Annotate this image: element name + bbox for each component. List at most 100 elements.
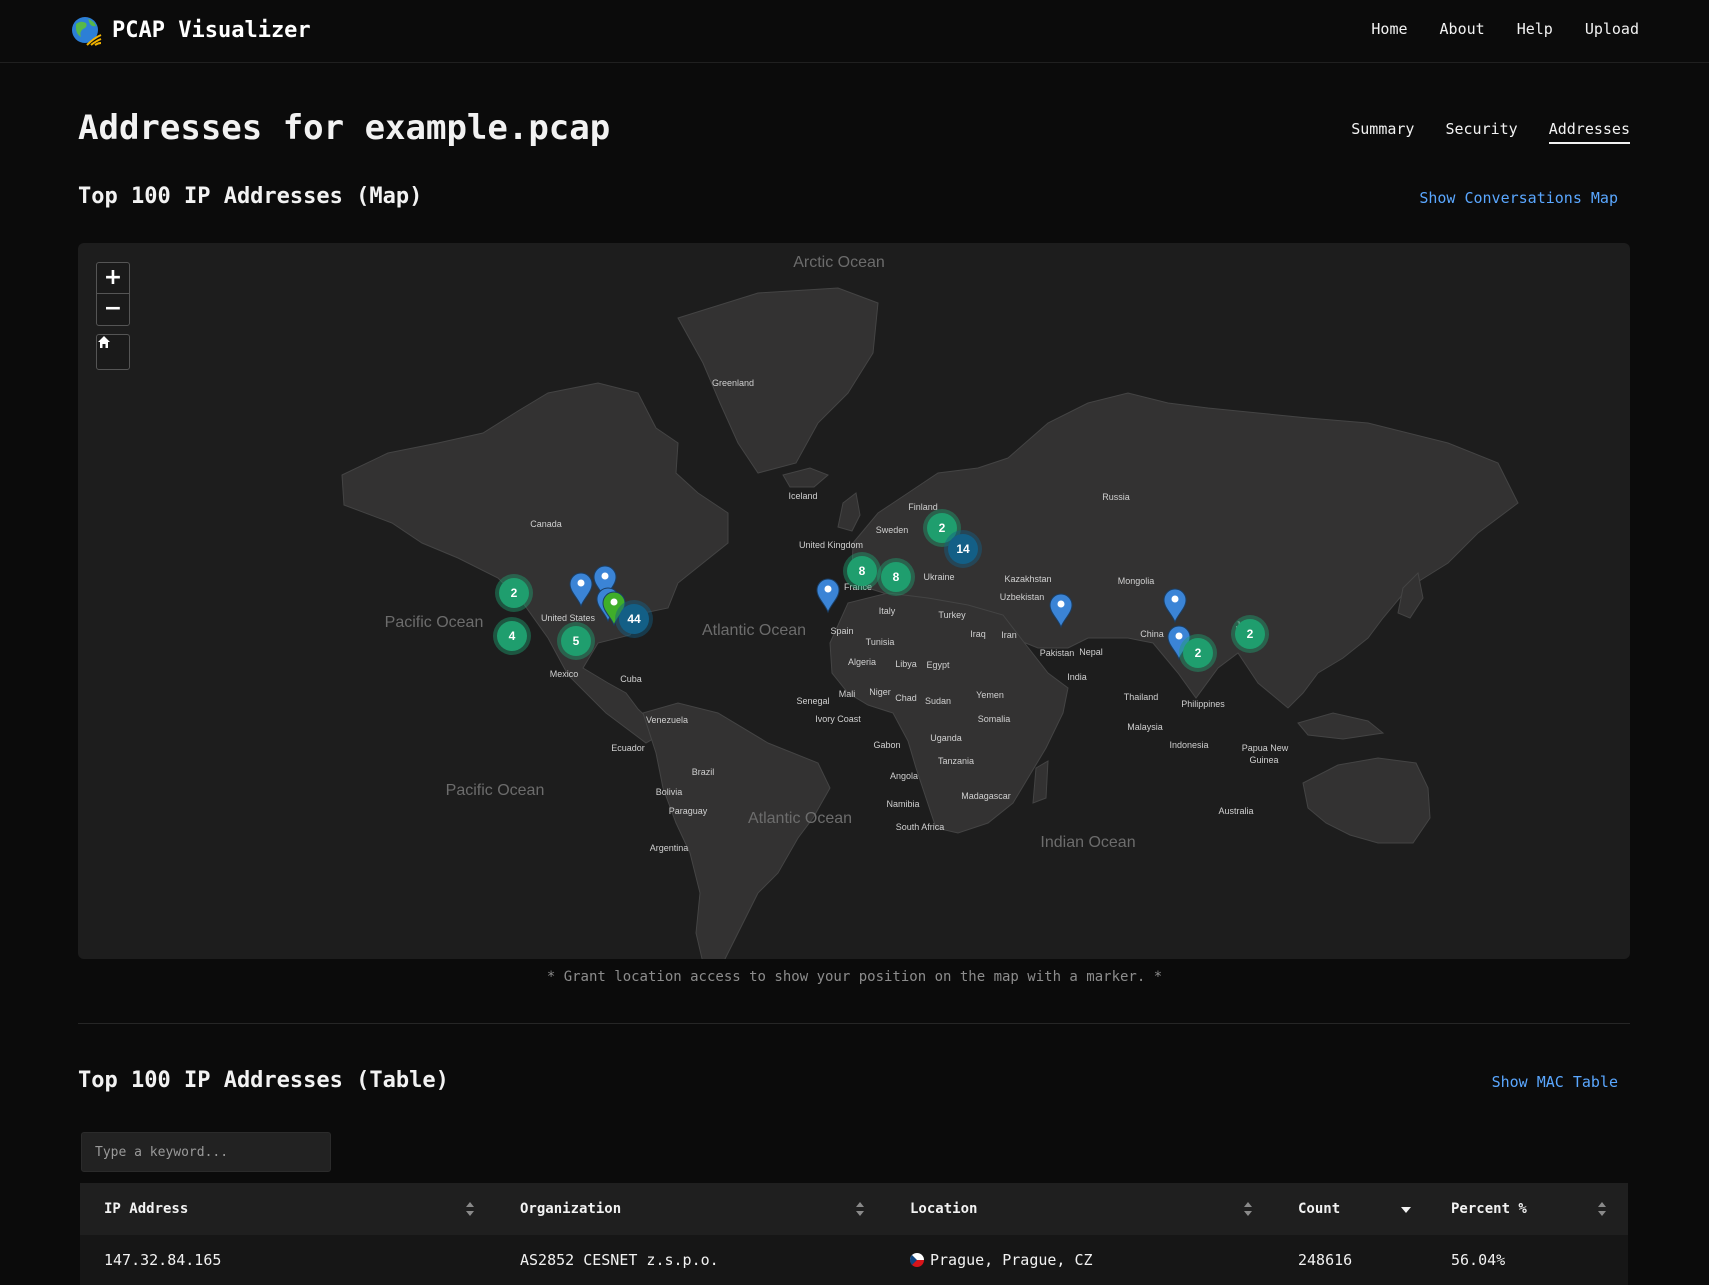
marker-cluster[interactable]: 8 — [843, 552, 881, 590]
ip-addresses-table: IP Address Organization Location Count P… — [80, 1183, 1628, 1285]
country-label: Libya — [895, 659, 917, 669]
column-header-ip-address[interactable]: IP Address — [80, 1183, 496, 1235]
country-label: Russia — [1102, 492, 1130, 502]
nav-about-link[interactable]: About — [1440, 20, 1485, 38]
country-label: Turkey — [938, 610, 966, 620]
country-label: Paraguay — [669, 806, 708, 816]
show-conversations-map-link[interactable]: Show Conversations Map — [1419, 189, 1618, 207]
country-label: Ukraine — [923, 572, 954, 582]
zoom-control: + − — [96, 262, 130, 326]
country-label: Bolivia — [656, 787, 683, 797]
page-title: Addresses for example.pcap — [78, 108, 611, 148]
country-label: Kazakhstan — [1004, 574, 1051, 584]
country-label: Venezuela — [646, 715, 688, 725]
land-greenland — [677, 287, 879, 474]
column-header-percent[interactable]: Percent % — [1427, 1183, 1628, 1235]
column-header-count[interactable]: Count — [1274, 1183, 1427, 1235]
country-label: Finland — [908, 502, 938, 512]
show-mac-table-link[interactable]: Show MAC Table — [1492, 1073, 1618, 1091]
country-label: Sweden — [876, 525, 909, 535]
tab-addresses[interactable]: Addresses — [1548, 120, 1630, 144]
column-header-label: Percent % — [1451, 1201, 1527, 1217]
table-search-input[interactable] — [81, 1132, 331, 1172]
country-label: Sudan — [925, 696, 951, 706]
section-tabs: Summary Security Addresses — [1351, 120, 1630, 144]
country-label: South Africa — [896, 822, 945, 832]
cell-count: 248616 — [1274, 1235, 1427, 1285]
sort-descending-icon — [1401, 1207, 1411, 1213]
country-label: Australia — [1218, 806, 1253, 816]
nav-upload-link[interactable]: Upload — [1585, 20, 1639, 38]
cluster-count: 8 — [893, 570, 900, 584]
nav-help-link[interactable]: Help — [1517, 20, 1553, 38]
cell-organization: AS2852 CESNET z.s.p.o. — [496, 1235, 886, 1285]
country-label: India — [1067, 672, 1087, 682]
country-label: Mexico — [550, 669, 579, 679]
home-view-button[interactable] — [96, 334, 130, 370]
country-label: Ivory Coast — [815, 714, 861, 724]
country-label: Iceland — [788, 491, 817, 501]
tab-summary[interactable]: Summary — [1351, 120, 1414, 144]
brand[interactable]: PCAP Visualizer — [70, 14, 311, 46]
cell-percent: 56.04% — [1427, 1235, 1628, 1285]
land-uk — [837, 492, 861, 532]
country-label: Uganda — [930, 733, 962, 743]
country-label: Argentina — [650, 843, 689, 853]
marker-cluster[interactable]: 2 — [1231, 615, 1269, 653]
country-label: Guinea — [1249, 755, 1278, 765]
column-header-location[interactable]: Location — [886, 1183, 1274, 1235]
country-label: Tanzania — [938, 756, 974, 766]
country-label: Uzbekistan — [1000, 592, 1045, 602]
column-header-label: Organization — [520, 1201, 622, 1217]
marker-cluster[interactable]: 44 — [615, 600, 653, 638]
country-label: Cuba — [620, 674, 642, 684]
marker-cluster[interactable]: 4 — [493, 617, 531, 655]
country-label: Indonesia — [1169, 740, 1208, 750]
country-label: Algeria — [848, 657, 876, 667]
world-map[interactable]: Arctic Ocean Pacific Ocean Atlantic Ocea… — [78, 243, 1630, 959]
country-label: United States — [541, 613, 596, 623]
tab-security[interactable]: Security — [1445, 120, 1517, 144]
ocean-label: Pacific Ocean — [385, 614, 484, 631]
marker-cluster[interactable]: 2 — [495, 574, 533, 612]
cluster-count: 2 — [1195, 646, 1202, 660]
country-label: Madagascar — [961, 791, 1011, 801]
marker-cluster[interactable]: 2 — [1179, 634, 1217, 672]
marker-cluster[interactable]: 8 — [877, 558, 915, 596]
land-australia — [1302, 757, 1431, 844]
app-title: PCAP Visualizer — [112, 17, 311, 43]
country-label: Gabon — [873, 740, 900, 750]
country-label: Iran — [1001, 630, 1017, 640]
country-label: Malaysia — [1127, 722, 1163, 732]
country-label: Canada — [530, 519, 562, 529]
cell-location: Prague, Prague, CZ — [886, 1235, 1274, 1285]
nav-home-link[interactable]: Home — [1371, 20, 1407, 38]
country-label: Angola — [890, 771, 918, 781]
zoom-out-button[interactable]: − — [97, 293, 129, 324]
section-divider — [78, 1023, 1630, 1024]
map-section-title: Top 100 IP Addresses (Map) — [78, 184, 423, 209]
table-section-title: Top 100 IP Addresses (Table) — [78, 1068, 449, 1093]
country-label: Nepal — [1079, 647, 1103, 657]
marker-cluster[interactable]: 5 — [557, 622, 595, 660]
sort-both-icon — [1244, 1202, 1252, 1216]
country-label: Italy — [879, 606, 896, 616]
country-label: China — [1140, 629, 1164, 639]
marker-cluster[interactable]: 14 — [944, 530, 982, 568]
table-header-row: IP Address Organization Location Count P… — [80, 1183, 1628, 1235]
country-label: Spain — [830, 626, 853, 636]
land-north-america — [341, 382, 729, 744]
column-header-organization[interactable]: Organization — [496, 1183, 886, 1235]
main-nav: Home About Help Upload — [1371, 20, 1639, 38]
land-sea-islands — [1297, 712, 1385, 740]
ocean-label: Indian Ocean — [1040, 834, 1135, 851]
country-label: Ecuador — [611, 743, 645, 753]
cell-ip-address: 147.32.84.165 — [80, 1235, 496, 1285]
table-row[interactable]: 147.32.84.165 AS2852 CESNET z.s.p.o. Pra… — [80, 1235, 1628, 1285]
cluster-count: 4 — [509, 629, 516, 643]
zoom-in-button[interactable]: + — [97, 263, 129, 293]
ocean-label: Atlantic Ocean — [748, 810, 852, 827]
map-canvas: Arctic Ocean Pacific Ocean Atlantic Ocea… — [341, 254, 1519, 959]
location-pin-icon[interactable] — [816, 578, 840, 614]
location-text: Prague, Prague, CZ — [930, 1251, 1093, 1269]
